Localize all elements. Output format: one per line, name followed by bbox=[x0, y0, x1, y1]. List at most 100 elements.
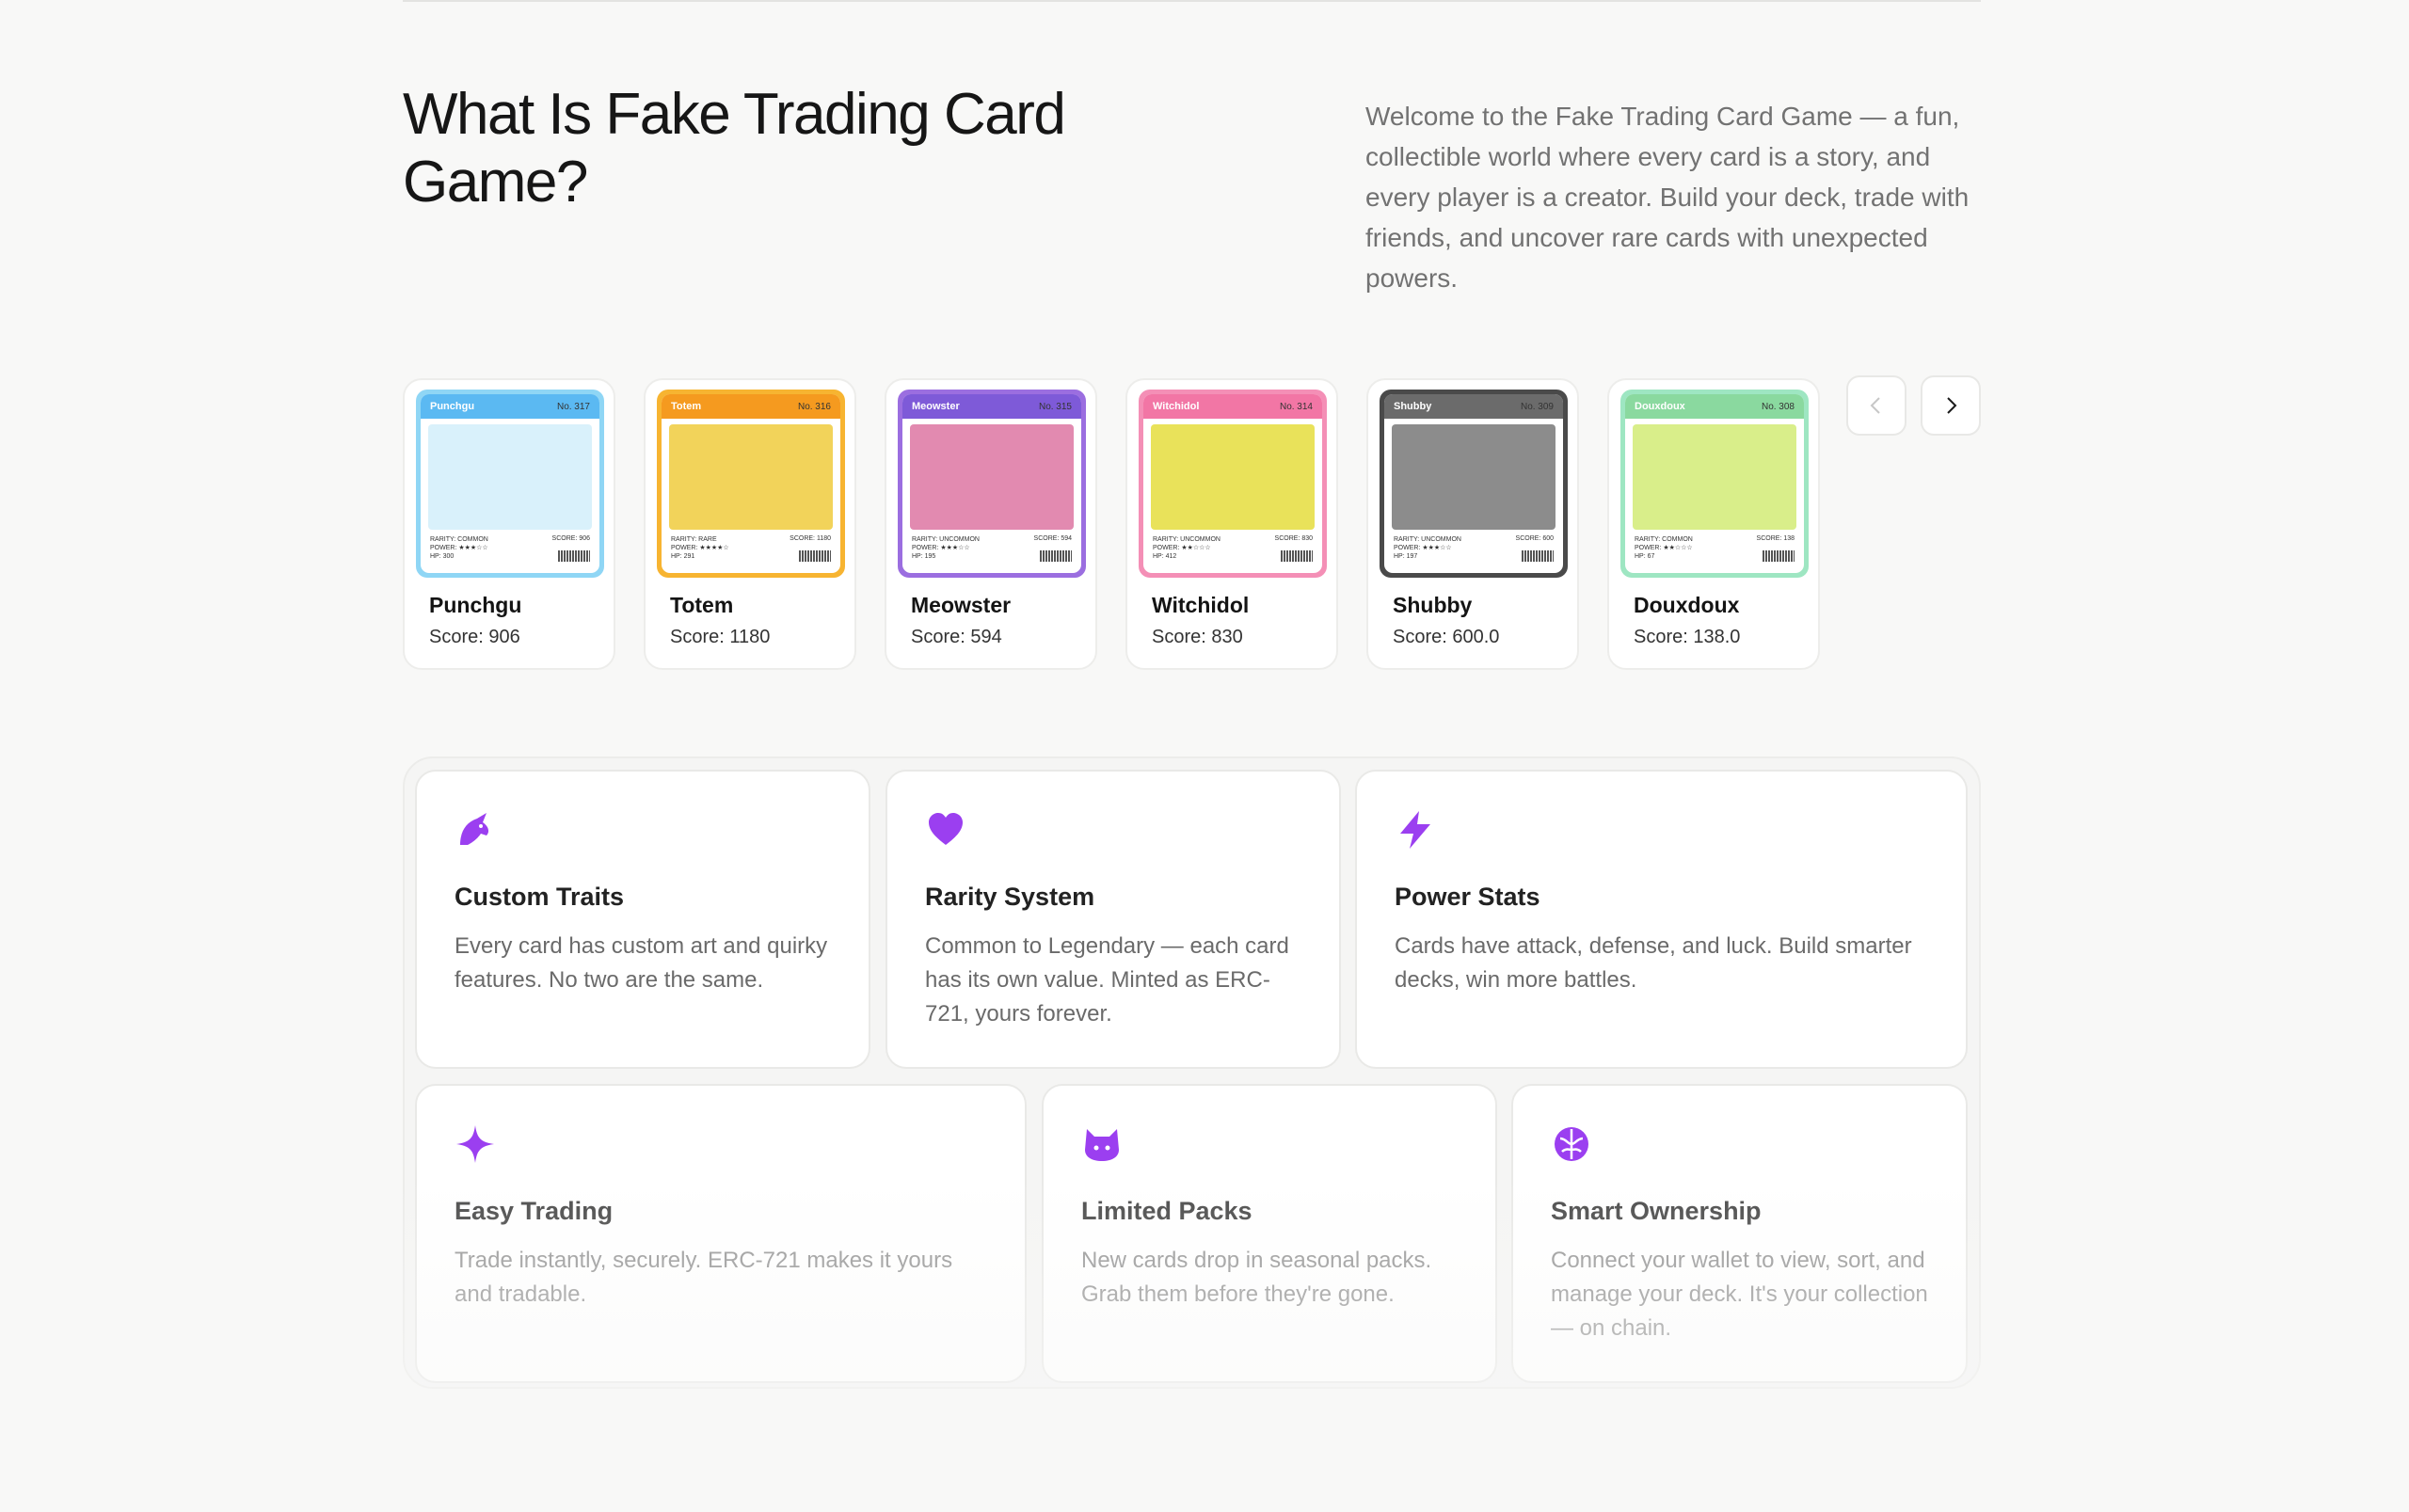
card-art-rarity: RARITY: RARE bbox=[671, 536, 717, 543]
trading-card[interactable]: Meowster No. 315 RARITY: UNCOMMON POWER:… bbox=[885, 378, 1097, 670]
card-art-score: SCORE: 830 bbox=[1274, 535, 1313, 542]
card-art-score: SCORE: 1180 bbox=[790, 535, 831, 542]
card-illustration bbox=[669, 424, 833, 530]
feature-card-smart-ownership: Smart Ownership Connect your wallet to v… bbox=[1511, 1084, 1968, 1383]
card-illustration bbox=[428, 424, 592, 530]
card-art-rarity: RARITY: UNCOMMON bbox=[1153, 536, 1220, 543]
card-art-power: POWER: ★★★☆☆ bbox=[912, 545, 970, 551]
feature-description: Every card has custom art and quirky fea… bbox=[455, 933, 828, 993]
card-art-number: No. 314 bbox=[1279, 401, 1313, 412]
card-name: Douxdoux bbox=[1634, 593, 1740, 617]
card-score: Score: 830 bbox=[1152, 627, 1243, 647]
card-art-name: Witchidol bbox=[1153, 401, 1200, 412]
card-art-header: Shubby No. 309 bbox=[1384, 394, 1563, 419]
card-name: Witchidol bbox=[1152, 593, 1250, 617]
feature-title: Power Stats bbox=[1395, 883, 1540, 911]
card-art-hp: HP: 300 bbox=[430, 553, 455, 560]
feature-title: Easy Trading bbox=[455, 1197, 614, 1225]
card-art-name: Meowster bbox=[912, 401, 960, 412]
card-art-name: Shubby bbox=[1394, 401, 1432, 412]
heart-icon bbox=[929, 813, 963, 845]
chevron-right-icon bbox=[1947, 397, 1957, 414]
unicorn-icon bbox=[460, 813, 489, 845]
top-divider bbox=[403, 0, 1981, 2]
feature-description: Common to Legendary — each card has its … bbox=[925, 933, 1289, 1027]
barcode-icon bbox=[558, 550, 590, 562]
section-intro: Welcome to the Fake Trading Card Game — … bbox=[1365, 102, 1970, 293]
brain-icon bbox=[1555, 1127, 1588, 1161]
card-art-hp: HP: 412 bbox=[1153, 553, 1177, 560]
trading-card[interactable]: Witchidol No. 314 RARITY: UNCOMMON POWER… bbox=[1125, 378, 1338, 670]
feature-description: New cards drop in seasonal packs. Grab t… bbox=[1081, 1248, 1432, 1307]
card-score: Score: 138.0 bbox=[1634, 627, 1741, 647]
feature-description: Connect your wallet to view, sort, and m… bbox=[1551, 1248, 1928, 1341]
card-art-name: Totem bbox=[671, 401, 702, 412]
carousel-next-button[interactable] bbox=[1921, 375, 1981, 436]
card-art-rarity: RARITY: UNCOMMON bbox=[912, 536, 980, 543]
chevron-left-icon bbox=[1870, 397, 1880, 414]
feature-title: Custom Traits bbox=[455, 883, 625, 911]
card-art-hp: HP: 291 bbox=[671, 553, 695, 560]
section-title: What Is Fake Trading Card Game? bbox=[403, 82, 1066, 215]
card-art-header: Witchidol No. 314 bbox=[1143, 394, 1322, 419]
barcode-icon bbox=[1281, 550, 1313, 562]
card-art: Douxdoux No. 308 RARITY: COMMON POWER: ★… bbox=[1620, 390, 1809, 578]
card-art-hp: HP: 197 bbox=[1394, 553, 1418, 560]
card-art-number: No. 309 bbox=[1520, 401, 1554, 412]
barcode-icon bbox=[799, 550, 831, 562]
card-illustration bbox=[1392, 424, 1555, 530]
card-art-number: No. 315 bbox=[1038, 401, 1072, 412]
card-score: Score: 906 bbox=[429, 627, 520, 647]
card-art-header: Meowster No. 315 bbox=[902, 394, 1081, 419]
card-art-rarity: RARITY: COMMON bbox=[1635, 536, 1693, 543]
trading-card[interactable]: Shubby No. 309 RARITY: UNCOMMON POWER: ★… bbox=[1366, 378, 1579, 670]
card-art-rarity: RARITY: UNCOMMON bbox=[1394, 536, 1461, 543]
trading-card[interactable]: Punchgu No. 317 RARITY: COMMON POWER: ★★… bbox=[403, 378, 615, 670]
card-art: Shubby No. 309 RARITY: UNCOMMON POWER: ★… bbox=[1380, 390, 1568, 578]
card-art: Totem No. 316 RARITY: RARE POWER: ★★★★☆ … bbox=[657, 390, 845, 578]
card-art-power: POWER: ★★☆☆☆ bbox=[1635, 545, 1693, 551]
card-art-score: SCORE: 906 bbox=[551, 535, 590, 542]
sparkle-icon bbox=[456, 1125, 494, 1163]
feature-card-rarity-system: Rarity System Common to Legendary — each… bbox=[885, 770, 1341, 1069]
lightning-icon bbox=[1400, 811, 1430, 849]
card-name: Meowster bbox=[911, 593, 1012, 617]
card-art-header: Punchgu No. 317 bbox=[421, 394, 599, 419]
card-illustration bbox=[1151, 424, 1315, 530]
card-art-number: No. 317 bbox=[556, 401, 590, 412]
carousel-prev-button[interactable] bbox=[1846, 375, 1906, 436]
feature-description: Cards have attack, defense, and luck. Bu… bbox=[1395, 933, 1912, 993]
feature-title: Smart Ownership bbox=[1551, 1197, 1762, 1225]
card-art-power: POWER: ★★★☆☆ bbox=[430, 545, 488, 551]
trading-card[interactable]: Douxdoux No. 308 RARITY: COMMON POWER: ★… bbox=[1607, 378, 1820, 670]
trading-card[interactable]: Totem No. 316 RARITY: RARE POWER: ★★★★☆ … bbox=[644, 378, 856, 670]
card-art-rarity: RARITY: COMMON bbox=[430, 536, 488, 543]
card-art-header: Douxdoux No. 308 bbox=[1625, 394, 1804, 419]
card-illustration bbox=[1633, 424, 1796, 530]
feature-description: Trade instantly, securely. ERC-721 makes… bbox=[455, 1248, 953, 1307]
card-art-name: Douxdoux bbox=[1635, 401, 1685, 412]
card-art: Punchgu No. 317 RARITY: COMMON POWER: ★★… bbox=[416, 390, 604, 578]
card-name: Totem bbox=[670, 593, 734, 617]
barcode-icon bbox=[1040, 550, 1072, 562]
card-art-power: POWER: ★★★★☆ bbox=[671, 545, 729, 551]
card-art-score: SCORE: 594 bbox=[1033, 535, 1072, 542]
card-score: Score: 600.0 bbox=[1393, 627, 1500, 647]
feature-card-power-stats: Power Stats Cards have attack, defense, … bbox=[1355, 770, 1968, 1069]
feature-card-custom-traits: Custom Traits Every card has custom art … bbox=[415, 770, 870, 1069]
card-art: Witchidol No. 314 RARITY: UNCOMMON POWER… bbox=[1139, 390, 1327, 578]
barcode-icon bbox=[1522, 550, 1554, 562]
card-art-power: POWER: ★★☆☆☆ bbox=[1153, 545, 1211, 551]
card-art-header: Totem No. 316 bbox=[662, 394, 840, 419]
card-art-number: No. 316 bbox=[797, 401, 831, 412]
card-art-power: POWER: ★★★☆☆ bbox=[1394, 545, 1452, 551]
card-art: Meowster No. 315 RARITY: UNCOMMON POWER:… bbox=[898, 390, 1086, 578]
card-name: Shubby bbox=[1393, 593, 1473, 617]
card-art-number: No. 308 bbox=[1761, 401, 1795, 412]
card-art-score: SCORE: 600 bbox=[1515, 535, 1554, 542]
card-art-name: Punchgu bbox=[430, 401, 475, 412]
card-illustration bbox=[910, 424, 1074, 530]
card-name: Punchgu bbox=[429, 593, 522, 617]
card-score: Score: 594 bbox=[911, 627, 1002, 647]
card-art-hp: HP: 67 bbox=[1635, 553, 1655, 560]
